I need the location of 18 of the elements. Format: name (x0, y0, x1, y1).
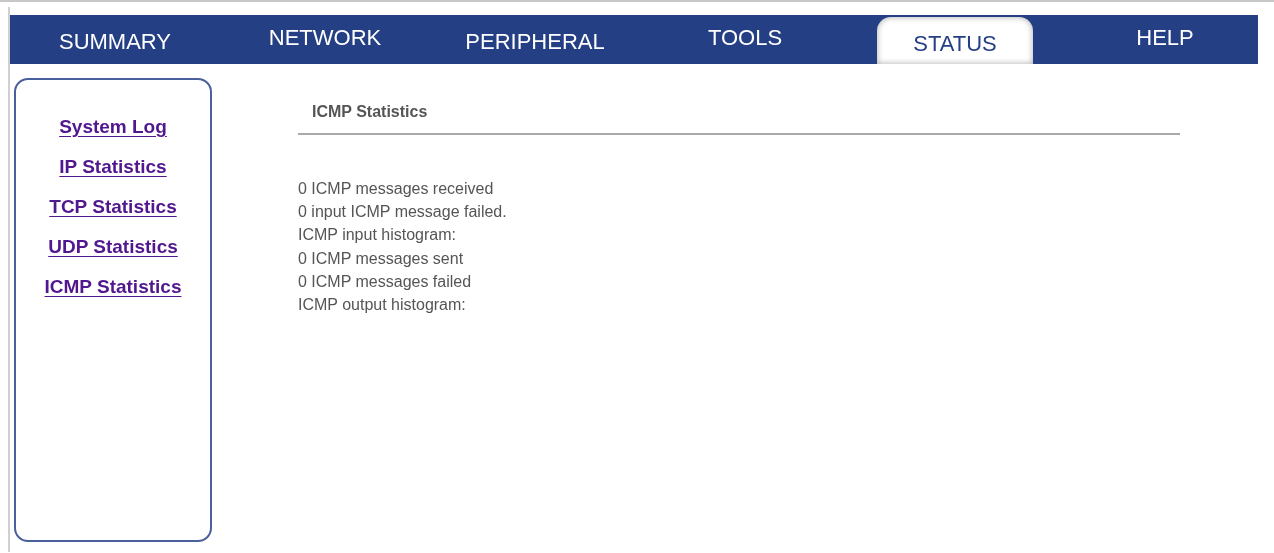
nav-tab[interactable]: TOOLS (640, 15, 850, 64)
nav-tab[interactable]: SUMMARY (10, 15, 220, 64)
section-title: ICMP Statistics (311, 102, 429, 122)
nav-tab[interactable]: HELP (1060, 15, 1270, 64)
sidebar-link[interactable]: IP Statistics (59, 156, 167, 178)
nav-tab[interactable]: STATUS (877, 17, 1033, 64)
nav-tab[interactable]: PERIPHERAL (430, 15, 640, 64)
stat-line: 0 ICMP messages sent (298, 248, 465, 269)
stat-line: 0 ICMP messages failed (298, 271, 473, 292)
nav-tab[interactable]: NETWORK (220, 15, 430, 64)
sidebar-link[interactable]: System Log (59, 116, 167, 138)
stat-line: ICMP output histogram: (298, 295, 467, 315)
sidebar-link[interactable]: ICMP Statistics (44, 276, 182, 298)
stat-line: 0 ICMP messages received (298, 179, 495, 199)
stat-line: ICMP input histogram: (298, 225, 457, 246)
sidebar-link[interactable]: UDP Statistics (48, 236, 178, 258)
sidebar-link[interactable]: TCP Statistics (49, 196, 177, 218)
stat-line: 0 input ICMP message failed. (298, 202, 508, 223)
